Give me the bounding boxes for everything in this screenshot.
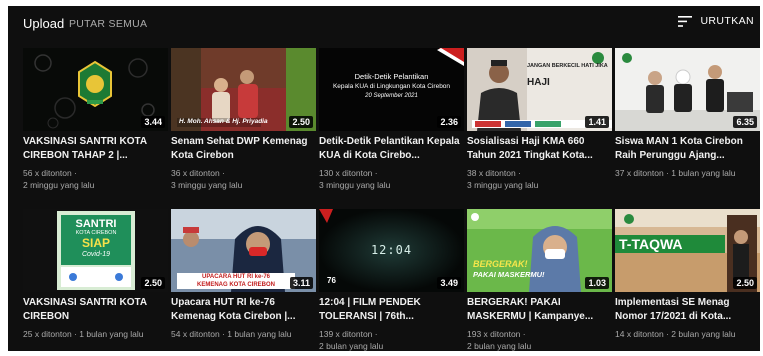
duration-badge: 1.03: [585, 277, 609, 289]
upload-age: 1 bulan yang lalu: [227, 329, 292, 339]
duration-badge: 2.50: [733, 277, 757, 289]
sort-label: URUTKAN: [700, 15, 754, 27]
view-count: 37 x ditonton ·: [615, 168, 669, 178]
video-thumbnail[interactable]: 3.44: [23, 48, 168, 131]
video-card[interactable]: SANTRI KOTA CIREBON SIAP Covid-19 2.50 V…: [23, 209, 168, 349]
video-card[interactable]: UPACARA HUT RI ke-76 KEMENAG KOTA CIREBO…: [171, 209, 316, 349]
duration-badge: 3.44: [141, 116, 165, 128]
thumbnail-caption: H. Moh. Ahsan & Hj. Priyadia: [179, 118, 268, 125]
video-title[interactable]: Siswa MAN 1 Kota Cirebon Raih Perunggu A…: [615, 135, 760, 163]
thumbnail-caption-line: Kepala KUA di Lingkungan Kota Cirebon: [332, 83, 451, 90]
video-card[interactable]: 76 12:04 3.49 12:04 | FILM PENDEK TOLERA…: [319, 209, 464, 351]
uploads-header: Upload PUTAR SEMUA URUTKAN: [8, 6, 760, 40]
sort-lines-icon: [678, 15, 693, 27]
video-card[interactable]: JANGAN BERKECIL HATI JIKA HAJI 1.41 Sosi…: [467, 48, 612, 191]
video-title[interactable]: Sosialisasi Haji KMA 660 Tahun 2021 Ting…: [467, 135, 612, 163]
view-count: 193 x ditonton ·: [467, 329, 526, 339]
video-meta: 193 x ditonton · 2 bulan yang lalu: [467, 328, 612, 351]
thumbnail-caption: T-TAQWA: [619, 236, 683, 252]
duration-badge: 6.35: [733, 116, 757, 128]
video-meta: 25 x ditonton · 1 bulan yang lalu: [23, 328, 168, 340]
duration-badge: 2.50: [141, 277, 165, 289]
video-thumbnail[interactable]: SANTRI KOTA CIREBON SIAP Covid-19 2.50: [23, 209, 168, 292]
video-meta: 37 x ditonton · 1 bulan yang lalu: [615, 167, 760, 179]
video-title[interactable]: Detik-Detik Pelantikan Kepala KUA di Kot…: [319, 135, 464, 163]
video-title[interactable]: BERGERAK! PAKAI MASKERMU | Kampanye...: [467, 296, 612, 324]
thumbnail-caption-line: PAKAI MASKERMU!: [473, 270, 545, 279]
thumbnail-caption-line: BERGERAK!: [473, 259, 528, 269]
video-meta: 139 x ditonton · 2 bulan yang lalu: [319, 328, 464, 351]
thumbnail-caption-line: Covid-19: [81, 251, 110, 258]
video-card[interactable]: BERGERAK! PAKAI MASKERMU! 1.03 BERGERAK!…: [467, 209, 612, 351]
upload-age: 2 bulan yang lalu: [319, 341, 384, 351]
thumbnail-caption-line: UPACARA HUT RI ke-76: [201, 274, 270, 280]
video-meta: 36 x ditonton · 3 minggu yang lalu: [171, 167, 316, 191]
video-thumbnail[interactable]: 6.35: [615, 48, 760, 131]
upload-age: 3 minggu yang lalu: [319, 180, 391, 190]
video-thumbnail[interactable]: H. Moh. Ahsan & Hj. Priyadia 2.50: [171, 48, 316, 131]
thumbnail-caption-line: SANTRI: [75, 218, 117, 230]
duration-badge: 2.50: [289, 116, 313, 128]
thumbnail-caption-line: SIAP: [81, 236, 110, 250]
section-title-upload: Upload: [23, 16, 65, 31]
upload-age: 3 minggu yang lalu: [467, 180, 539, 190]
video-thumbnail[interactable]: T-TAQWA 2.50: [615, 209, 760, 292]
upload-age: 3 minggu yang lalu: [171, 180, 243, 190]
video-card[interactable]: T-TAQWA 2.50 Implementasi SE Menag Nomor…: [615, 209, 760, 349]
sort-button[interactable]: URUTKAN: [678, 15, 754, 27]
thumbnail-caption-line: Detik-Detik Pelantikan: [354, 72, 429, 81]
video-card[interactable]: Detik-Detik Pelantikan Kepala KUA di Lin…: [319, 48, 464, 191]
video-thumbnail[interactable]: JANGAN BERKECIL HATI JIKA HAJI 1.41: [467, 48, 612, 131]
thumbnail-caption: 12:04: [370, 243, 413, 257]
upload-age: 2 bulan yang lalu: [467, 341, 532, 351]
video-thumbnail[interactable]: Detik-Detik Pelantikan Kepala KUA di Lin…: [319, 48, 464, 131]
svg-text:76: 76: [327, 276, 336, 285]
video-meta: 54 x ditonton · 1 bulan yang lalu: [171, 328, 316, 340]
video-meta: 56 x ditonton · 2 minggu yang lalu: [23, 167, 168, 191]
view-count: 36 x ditonton ·: [171, 168, 225, 178]
video-card[interactable]: 6.35 Siswa MAN 1 Kota Cirebon Raih Perun…: [615, 48, 760, 188]
video-title[interactable]: VAKSINASI SANTRI KOTA CIREBON: [23, 296, 168, 324]
video-title[interactable]: Senam Sehat DWP Kemenag Kota Cirebon: [171, 135, 316, 163]
upload-age: 1 bulan yang lalu: [79, 329, 144, 339]
upload-age: 2 bulan yang lalu: [671, 329, 736, 339]
video-meta: 130 x ditonton · 3 minggu yang lalu: [319, 167, 464, 191]
duration-badge: 3.49: [437, 277, 461, 289]
video-title[interactable]: Implementasi SE Menag Nomor 17/2021 di K…: [615, 296, 760, 324]
video-title[interactable]: VAKSINASI SANTRI KOTA CIREBON TAHAP 2 |.…: [23, 135, 168, 163]
video-card[interactable]: 3.44 VAKSINASI SANTRI KOTA CIREBON TAHAP…: [23, 48, 168, 191]
view-count: 54 x ditonton ·: [171, 329, 225, 339]
duration-badge: 2.36: [437, 116, 461, 128]
view-count: 14 x ditonton ·: [615, 329, 669, 339]
upload-age: 2 minggu yang lalu: [23, 180, 95, 190]
thumbnail-caption-line: JANGAN BERKECIL HATI JIKA: [527, 63, 608, 69]
video-title[interactable]: Upacara HUT RI ke-76 Kemenag Kota Cirebo…: [171, 296, 316, 324]
video-card[interactable]: H. Moh. Ahsan & Hj. Priyadia 2.50 Senam …: [171, 48, 316, 191]
duration-badge: 1.41: [585, 116, 609, 128]
video-thumbnail[interactable]: BERGERAK! PAKAI MASKERMU! 1.03: [467, 209, 612, 292]
thumbnail-caption-line: HAJI: [527, 77, 550, 88]
upload-age: 1 bulan yang lalu: [671, 168, 736, 178]
view-count: 130 x ditonton ·: [319, 168, 378, 178]
duration-badge: 3.11: [289, 277, 313, 289]
view-count: 25 x ditonton ·: [23, 329, 77, 339]
video-thumbnail[interactable]: 76 12:04 3.49: [319, 209, 464, 292]
play-all-button[interactable]: PUTAR SEMUA: [69, 18, 147, 30]
thumbnail-caption-line: KEMENAG KOTA CIREBON: [197, 282, 275, 288]
video-title[interactable]: 12:04 | FILM PENDEK TOLERANSI | 76th...: [319, 296, 464, 324]
video-meta: 38 x ditonton · 3 minggu yang lalu: [467, 167, 612, 191]
thumbnail-caption-line: 20 September 2021: [365, 93, 418, 99]
view-count: 139 x ditonton ·: [319, 329, 378, 339]
view-count: 38 x ditonton ·: [467, 168, 521, 178]
view-count: 56 x ditonton ·: [23, 168, 77, 178]
video-thumbnail[interactable]: UPACARA HUT RI ke-76 KEMENAG KOTA CIREBO…: [171, 209, 316, 292]
video-meta: 14 x ditonton · 2 bulan yang lalu: [615, 328, 760, 340]
uploads-panel: Upload PUTAR SEMUA URUTKAN 3.44 VAKSINAS…: [8, 6, 760, 351]
